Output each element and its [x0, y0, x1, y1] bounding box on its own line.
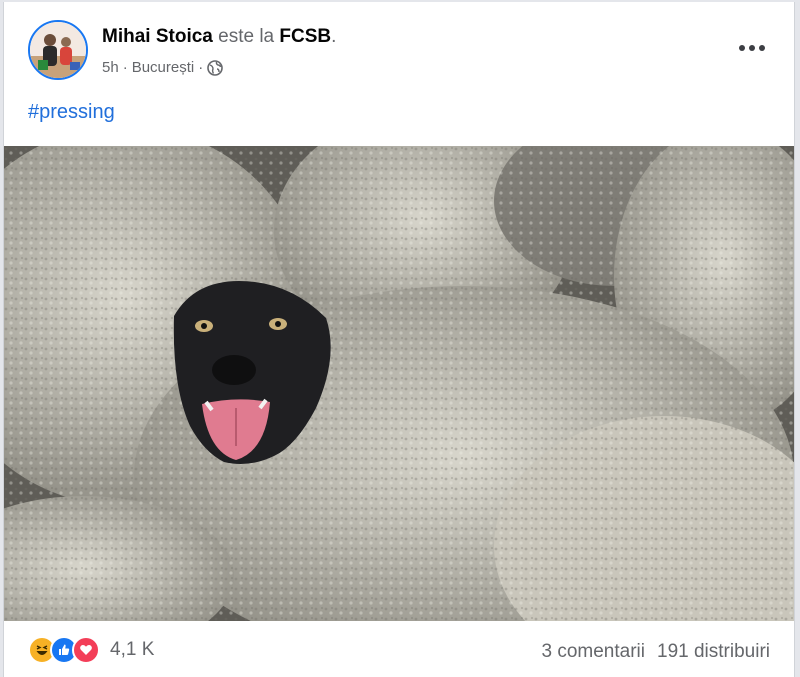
- globe-icon[interactable]: [207, 59, 224, 76]
- avatar-image: [30, 22, 86, 78]
- author-avatar[interactable]: [28, 20, 88, 80]
- reaction-count: 4,1 K: [110, 639, 155, 660]
- post-time[interactable]: 5h: [102, 59, 119, 76]
- post-meta: 5h · București ·: [102, 59, 224, 76]
- group-suffix: .: [331, 26, 337, 47]
- post-footer: 4,1 K 3 comentarii 191 distribuiri: [4, 621, 794, 677]
- meta-separator: ·: [198, 59, 204, 76]
- love-icon: [72, 636, 100, 664]
- connector-text: este la: [218, 26, 275, 47]
- comments-count-link[interactable]: 3 comentarii: [542, 641, 646, 663]
- post-stats: 3 comentarii 191 distribuiri: [542, 641, 771, 663]
- dog-among-sheep-photo: [4, 146, 794, 621]
- post-card: Mihai Stoica este la FCSB. 5h · Bucureșt…: [3, 2, 795, 677]
- more-options-button[interactable]: [732, 36, 772, 60]
- author-name[interactable]: Mihai Stoica: [102, 26, 213, 47]
- more-dots-icon: [739, 45, 765, 51]
- author-line: Mihai Stoica este la FCSB.: [102, 26, 336, 48]
- post-photo[interactable]: [4, 146, 794, 621]
- hashtag-link[interactable]: #pressing: [28, 101, 115, 124]
- reactions-summary[interactable]: 4,1 K: [28, 636, 154, 664]
- shares-count-link[interactable]: 191 distribuiri: [657, 641, 770, 663]
- post-location[interactable]: București: [132, 59, 195, 76]
- group-name[interactable]: FCSB: [279, 26, 331, 47]
- post-header: Mihai Stoica este la FCSB. 5h · Bucureșt…: [4, 2, 794, 94]
- meta-separator: ·: [122, 59, 128, 76]
